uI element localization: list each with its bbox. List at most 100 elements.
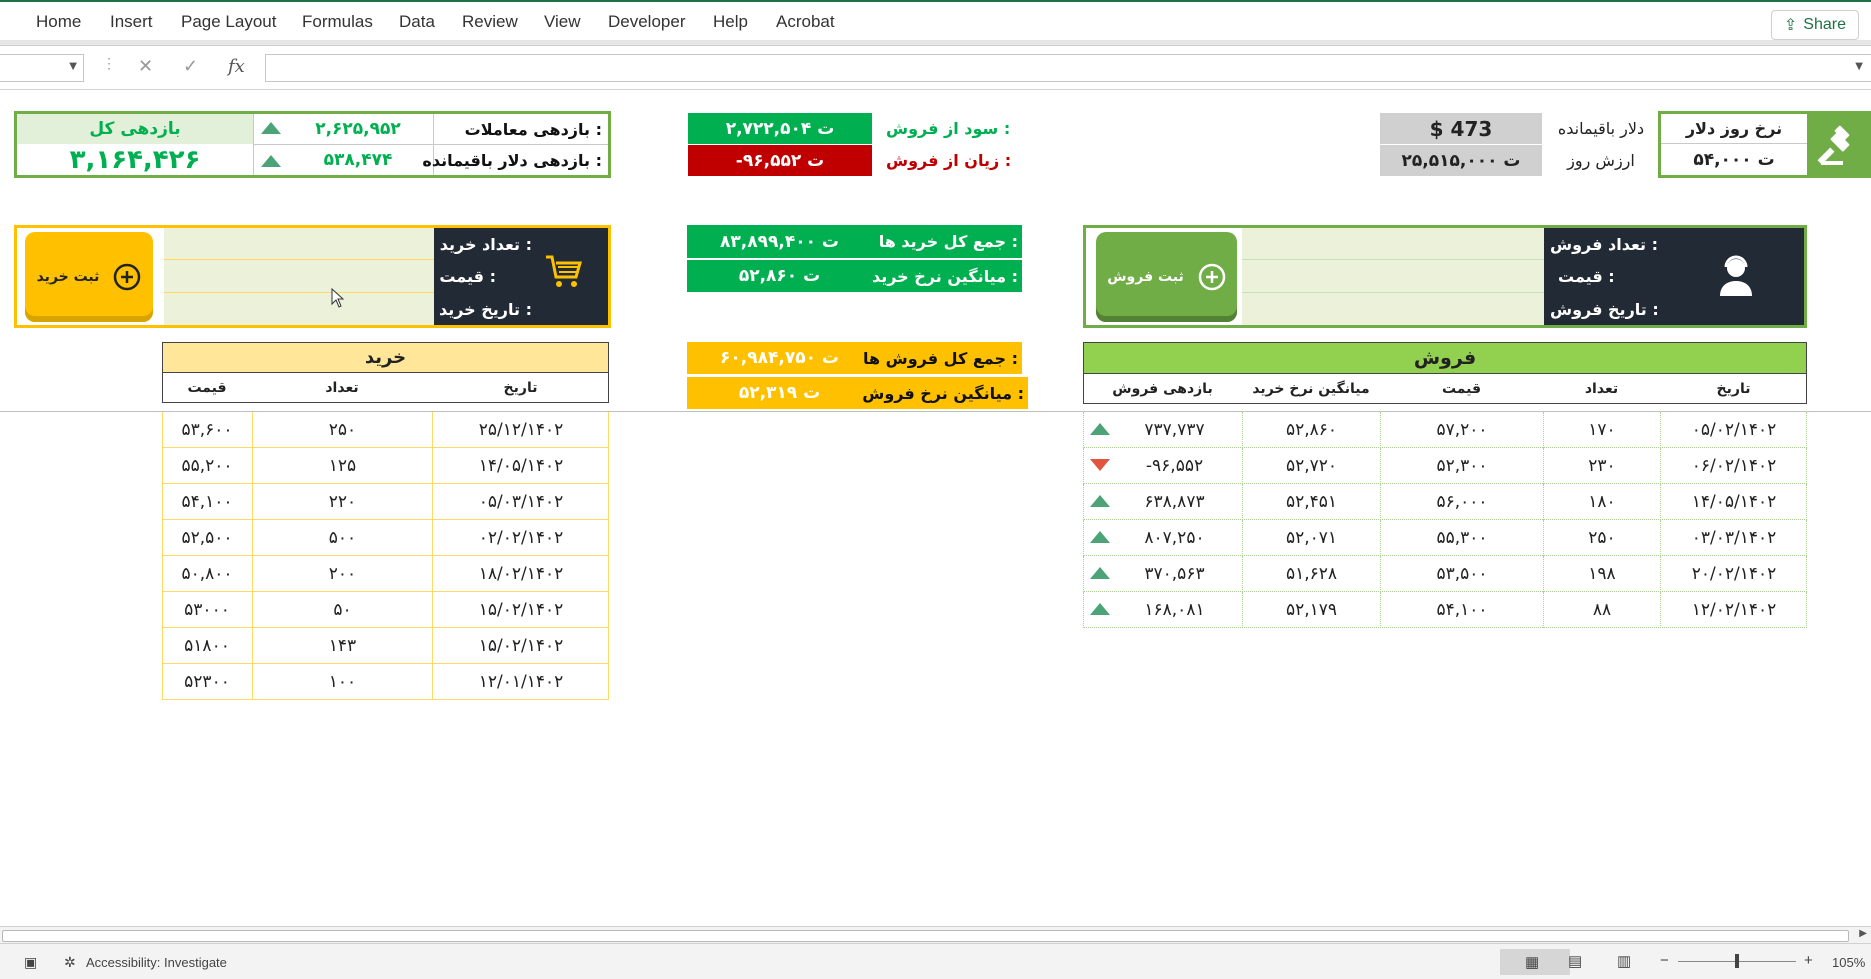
table-cell[interactable]: ۱۵/۰۲/۱۴۰۲ xyxy=(432,628,609,664)
table-cell[interactable]: ۱۲۵ xyxy=(252,448,432,484)
table-cell[interactable]: ۱۲/۰۱/۱۴۰۲ xyxy=(432,664,609,700)
chevron-down-icon[interactable]: ▼ xyxy=(69,61,77,72)
register-sell-button[interactable]: ثبت فروش xyxy=(1096,232,1237,322)
table-cell[interactable]: ۱۴/۰۵/۱۴۰۲ xyxy=(1660,484,1807,520)
chevron-right-icon[interactable]: ▶ xyxy=(1859,928,1867,939)
table-cell[interactable]: ۸۰۷,۲۵۰ xyxy=(1107,520,1242,556)
page-layout-view-icon[interactable]: ▤ xyxy=(1568,952,1582,970)
table-cell[interactable]: ۱۸/۰۲/۱۴۰۲ xyxy=(432,556,609,592)
table-cell[interactable]: ۲۵۰ xyxy=(252,412,432,448)
tab-acrobat[interactable]: Acrobat xyxy=(776,12,835,32)
tab-home[interactable]: Home xyxy=(36,12,81,32)
worksheet[interactable]: بازدهی کل ۳,۱۶۴,۴۲۶ ۲,۶۲۵,۹۵۲ بازدهی معا… xyxy=(0,91,1871,926)
table-cell[interactable]: -۹۶,۵۵۲ xyxy=(1107,448,1242,484)
page-break-view-icon[interactable]: ▥ xyxy=(1617,952,1631,970)
horizontal-scrollbar[interactable]: ▶ xyxy=(0,926,1871,944)
table-cell[interactable]: ۰۶/۰۲/۱۴۰۲ xyxy=(1660,448,1807,484)
table-cell[interactable]: ۶۳۸,۸۷۳ xyxy=(1107,484,1242,520)
sell-price-input[interactable] xyxy=(1242,260,1544,293)
zoom-level[interactable]: 105% xyxy=(1832,955,1865,970)
table-cell[interactable]: ۵۶,۰۰۰ xyxy=(1380,484,1543,520)
table-cell[interactable]: ۵۴,۱۰۰ xyxy=(1380,592,1543,628)
tab-page-layout[interactable]: Page Layout xyxy=(181,12,276,32)
register-buy-button[interactable]: ثبت خرید xyxy=(25,232,153,322)
tab-formulas[interactable]: Formulas xyxy=(302,12,373,32)
table-cell[interactable]: ۱۲/۰۲/۱۴۰۲ xyxy=(1660,592,1807,628)
table-cell[interactable]: ۰۳/۰۳/۱۴۰۲ xyxy=(1660,520,1807,556)
table-cell[interactable]: ۵۲,۵۰۰ xyxy=(162,520,252,556)
table-cell[interactable]: ۲۵۰ xyxy=(1543,520,1660,556)
table-cell[interactable]: ۵۲۳۰۰ xyxy=(162,664,252,700)
table-cell[interactable]: ۵۱,۶۲۸ xyxy=(1242,556,1380,592)
dollar-remaining-value: $ 473 xyxy=(1380,113,1542,144)
table-cell[interactable]: ۰۵/۰۳/۱۴۰۲ xyxy=(432,484,609,520)
buy-price-input[interactable] xyxy=(164,260,434,293)
table-cell[interactable]: ۵۳۰۰۰ xyxy=(162,592,252,628)
table-cell[interactable]: ۵۲,۸۶۰ xyxy=(1242,412,1380,448)
table-cell[interactable]: ۵۳,۵۰۰ xyxy=(1380,556,1543,592)
table-cell[interactable]: ۲۰/۰۲/۱۴۰۲ xyxy=(1660,556,1807,592)
tab-review[interactable]: Review xyxy=(462,12,518,32)
zoom-out-icon[interactable]: − xyxy=(1660,952,1669,969)
table-cell[interactable]: ۵۲,۴۵۱ xyxy=(1242,484,1380,520)
macro-record-icon[interactable]: ▣ xyxy=(24,954,37,971)
total-return-value: ۳,۱۶۴,۴۲۶ xyxy=(69,144,201,175)
tab-help[interactable]: Help xyxy=(713,12,748,32)
table-cell[interactable]: ۱۴/۰۵/۱۴۰۲ xyxy=(432,448,609,484)
table-cell[interactable]: ۵۰ xyxy=(252,592,432,628)
table-cell[interactable]: ۵۷,۲۰۰ xyxy=(1380,412,1543,448)
tab-data[interactable]: Data xyxy=(399,12,435,32)
table-cell[interactable]: ۰۲/۰۲/۱۴۰۲ xyxy=(432,520,609,556)
table-cell[interactable]: ۵۲,۳۰۰ xyxy=(1380,448,1543,484)
table-cell[interactable]: ۱۷۰ xyxy=(1543,412,1660,448)
table-cell[interactable]: ۵۵,۳۰۰ xyxy=(1380,520,1543,556)
table-cell[interactable]: ۵۲,۱۷۹ xyxy=(1242,592,1380,628)
zoom-slider-handle[interactable] xyxy=(1735,954,1739,968)
accessibility-status[interactable]: Accessibility: Investigate xyxy=(86,955,227,970)
table-cell[interactable]: ۱۸۰ xyxy=(1543,484,1660,520)
more-options-icon[interactable]: ⋮ xyxy=(102,56,116,72)
table-cell[interactable]: ۱۴۳ xyxy=(252,628,432,664)
cancel-icon[interactable]: ✕ xyxy=(138,56,153,77)
name-box[interactable]: ▼ xyxy=(0,54,84,82)
buy-date-input[interactable] xyxy=(164,293,434,325)
table-cell[interactable]: ۳۷۰,۵۶۳ xyxy=(1107,556,1242,592)
table-cell[interactable]: ۵۵,۲۰۰ xyxy=(162,448,252,484)
table-cell[interactable]: ۵۰,۸۰۰ xyxy=(162,556,252,592)
table-cell[interactable]: ۵۱۸۰۰ xyxy=(162,628,252,664)
table-cell[interactable]: ۱۰۰ xyxy=(252,664,432,700)
table-cell[interactable]: ۵۲,۰۷۱ xyxy=(1242,520,1380,556)
table-cell[interactable]: ۲۰۰ xyxy=(252,556,432,592)
total-sell-value: ۶۰,۹۸۴,۷۵۰ ت xyxy=(687,342,872,374)
share-button[interactable]: ⇪ Share xyxy=(1770,10,1859,40)
table-cell[interactable]: ۵۰۰ xyxy=(252,520,432,556)
user-shape xyxy=(1720,255,1752,296)
fx-icon[interactable]: fx xyxy=(228,56,245,77)
table-cell[interactable]: ۵۲,۷۲۰ xyxy=(1242,448,1380,484)
zoom-in-icon[interactable]: + xyxy=(1804,952,1813,969)
table-cell[interactable]: ۸۸ xyxy=(1543,592,1660,628)
tab-developer[interactable]: Developer xyxy=(608,12,686,32)
table-cell[interactable]: ۱۵/۰۲/۱۴۰۲ xyxy=(432,592,609,628)
table-cell[interactable]: ۲۵/۱۲/۱۴۰۲ xyxy=(432,412,609,448)
table-cell[interactable]: ۱۶۸,۰۸۱ xyxy=(1107,592,1242,628)
table-cell[interactable]: ۰۵/۰۲/۱۴۰۲ xyxy=(1660,412,1807,448)
formula-input[interactable]: ▼ xyxy=(265,54,1871,82)
table-cell[interactable]: ۲۳۰ xyxy=(1543,448,1660,484)
sell-qty-input[interactable] xyxy=(1242,228,1544,260)
buy-qty-input[interactable] xyxy=(164,228,434,260)
confirm-icon[interactable]: ✓ xyxy=(183,56,198,77)
tab-view[interactable]: View xyxy=(544,12,581,32)
table-cell[interactable]: ۵۳,۶۰۰ xyxy=(162,412,252,448)
table-cell[interactable]: ۵۴,۱۰۰ xyxy=(162,484,252,520)
table-cell[interactable]: ۷۳۷,۷۳۷ xyxy=(1107,412,1242,448)
normal-view-button[interactable]: ▦ xyxy=(1500,949,1570,975)
sell-date-input[interactable] xyxy=(1242,293,1544,325)
chevron-down-icon[interactable]: ▼ xyxy=(1855,61,1863,72)
tab-insert[interactable]: Insert xyxy=(110,12,153,32)
sell-header-date: تاریخ xyxy=(1716,381,1751,397)
plus-circle-icon xyxy=(1198,263,1226,291)
table-cell[interactable]: ۱۹۸ xyxy=(1543,556,1660,592)
scroll-thumb[interactable] xyxy=(2,930,1849,942)
table-cell[interactable]: ۲۲۰ xyxy=(252,484,432,520)
